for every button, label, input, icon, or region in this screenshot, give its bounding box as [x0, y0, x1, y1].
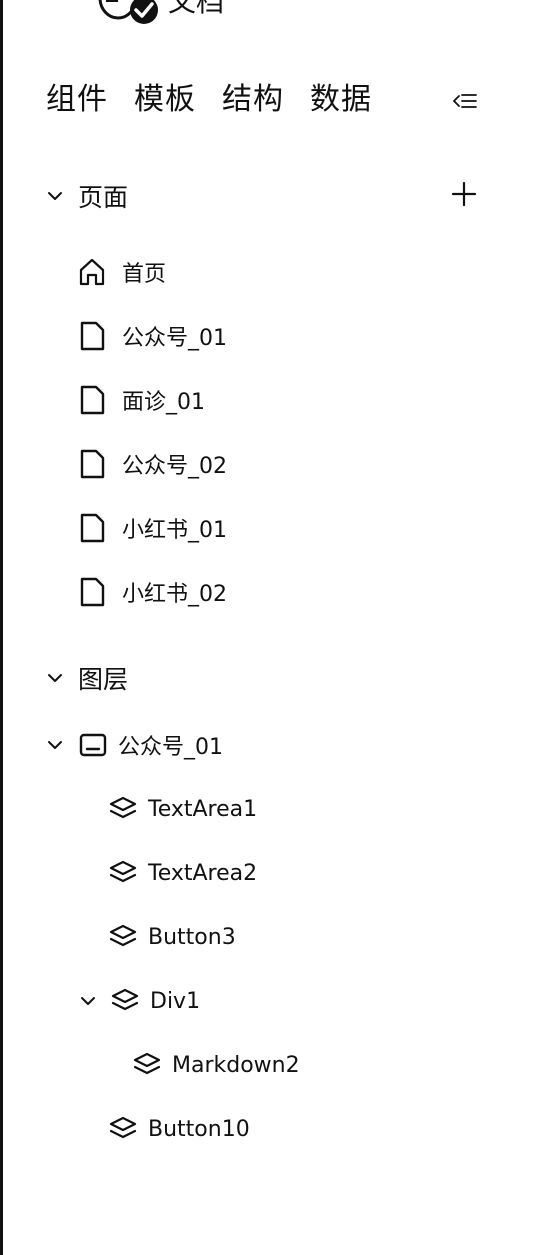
app-logo-icon: [98, 0, 158, 24]
tab-components[interactable]: 组件: [46, 80, 108, 120]
screen-icon: [79, 733, 107, 757]
page-label: 小红书_01: [122, 518, 227, 543]
page-list: 首页 公众号_01 面诊_01 公众号_02 小红书_01 小红书_02: [76, 240, 496, 636]
page-item[interactable]: 公众号_02: [76, 432, 496, 496]
layer-item-div[interactable]: Div1: [78, 981, 200, 1021]
layer-item[interactable]: TextArea1: [108, 789, 257, 829]
tab-templates[interactable]: 模板: [134, 80, 196, 120]
tab-structure[interactable]: 结构: [222, 80, 284, 120]
page-label: 首页: [122, 262, 167, 287]
file-icon: [80, 385, 105, 415]
layer-item[interactable]: Button10: [108, 1109, 250, 1149]
layer-item[interactable]: Markdown2: [132, 1045, 300, 1085]
file-icon: [80, 577, 105, 607]
layers-icon: [133, 1052, 161, 1075]
page-item[interactable]: 面诊_01: [76, 368, 496, 432]
layers-icon: [109, 1116, 137, 1139]
layers-section-title: 图层: [78, 665, 129, 694]
chevron-down-icon[interactable]: [44, 734, 66, 756]
page-item-home[interactable]: 首页: [76, 240, 496, 304]
pages-section-header[interactable]: 页面: [44, 176, 128, 216]
layer-label: Button3: [148, 924, 236, 950]
page-label: 公众号_02: [122, 454, 227, 479]
page-item[interactable]: 公众号_01: [76, 304, 496, 368]
layer-label: Button10: [148, 1116, 250, 1142]
file-icon: [80, 321, 105, 351]
page-label: 公众号_01: [122, 326, 227, 351]
layers-icon: [109, 796, 137, 819]
panel-border: [0, 0, 3, 1255]
layers-icon: [109, 860, 137, 883]
collapse-panel-icon[interactable]: [452, 88, 478, 114]
file-icon: [80, 449, 105, 479]
left-panel: 文档 组件 模板 结构 数据 页面 首页 公众号_01 面诊_01 公众号_02…: [0, 0, 554, 1255]
page-label: 小红书_02: [122, 582, 227, 607]
layer-item[interactable]: Button3: [108, 917, 236, 957]
page-item[interactable]: 小红书_01: [76, 496, 496, 560]
page-item[interactable]: 小红书_02: [76, 560, 496, 624]
chevron-down-icon[interactable]: [44, 185, 66, 207]
page-item[interactable]: [76, 624, 496, 636]
plus-icon[interactable]: [450, 180, 478, 208]
layers-icon: [109, 924, 137, 947]
layer-label: Div1: [150, 988, 201, 1014]
file-icon: [80, 513, 105, 543]
page-label: 面诊_01: [122, 390, 205, 415]
pages-section-title: 页面: [78, 183, 129, 212]
layers-icon: [111, 988, 139, 1011]
app-title: 文档: [168, 0, 225, 18]
layer-item[interactable]: TextArea2: [108, 853, 257, 893]
layer-label: 公众号_01: [118, 735, 223, 760]
chevron-down-icon[interactable]: [78, 991, 98, 1011]
layers-section-header[interactable]: 图层: [44, 658, 128, 698]
tab-data[interactable]: 数据: [310, 80, 372, 120]
chevron-down-icon[interactable]: [44, 667, 66, 689]
layer-tree-root[interactable]: 公众号_01: [44, 725, 223, 765]
layer-label: TextArea1: [148, 796, 258, 822]
layer-label: Markdown2: [172, 1052, 300, 1078]
layer-label: TextArea2: [148, 860, 258, 886]
home-icon: [79, 258, 105, 286]
